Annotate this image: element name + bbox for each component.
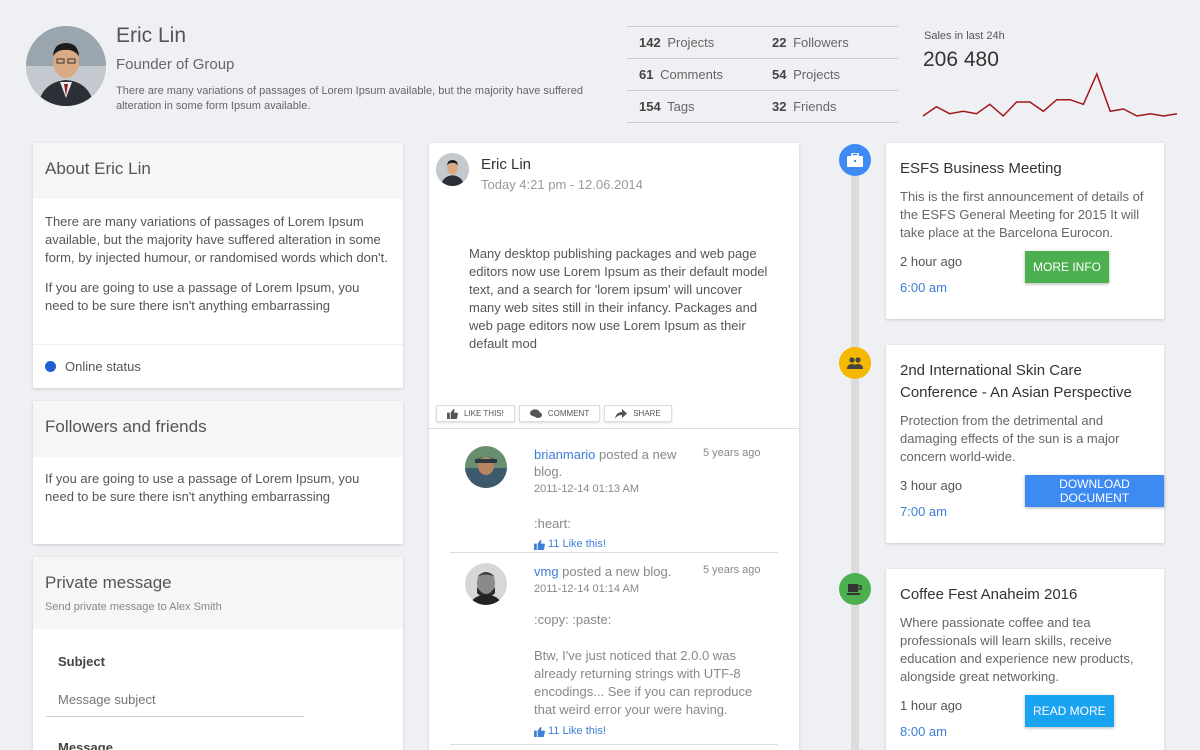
event-title: 2nd International Skin Care Conference -…	[900, 362, 1132, 401]
stat-tags: 154 Tags	[639, 99, 695, 114]
sales-sparkline-line	[922, 72, 1178, 118]
followers-card: Followers and friends If you are going t…	[33, 401, 403, 544]
private-message-title: Private message	[45, 573, 172, 592]
stat-friends: 32 Friends	[772, 99, 837, 114]
about-paragraph-1: There are many variations of passages of…	[45, 214, 388, 265]
share-icon	[615, 408, 628, 419]
sales-sparkline	[922, 72, 1178, 118]
timeline-event: 2nd International Skin Care Conference -…	[886, 345, 1164, 543]
profile-avatar	[26, 26, 106, 106]
online-status-label: Online status	[65, 359, 141, 374]
profile-role: Founder of Group	[116, 56, 235, 73]
private-message-card: Private message Send private message to …	[33, 557, 403, 750]
stats-table: 142 Projects 22 Followers 61 Comments 54…	[627, 26, 898, 123]
event-time: 7:00 am	[900, 504, 947, 519]
comment-body-2: Btw, I've just noticed that 2.0.0 was al…	[534, 648, 753, 717]
commenter-avatar	[465, 446, 507, 488]
online-status: Online status	[45, 359, 141, 374]
briefcase-icon	[847, 153, 863, 167]
thumbs-up-icon	[534, 726, 545, 737]
about-paragraph-2: If you are going to use a passage of Lor…	[45, 280, 360, 313]
comment-user[interactable]: vmg	[534, 564, 559, 579]
private-message-subtitle: Send private message to Alex Smith	[45, 601, 222, 613]
commenter-avatar	[465, 563, 507, 605]
comment-icon	[529, 408, 542, 418]
subject-input[interactable]	[46, 683, 304, 717]
like-button[interactable]: Like this!	[436, 405, 515, 422]
about-card: About Eric Lin There are many variations…	[33, 143, 403, 388]
comment-body: :copy: :paste:	[534, 612, 612, 627]
divider	[450, 744, 778, 745]
subject-label: Subject	[58, 654, 105, 669]
timeline-dot	[839, 573, 871, 605]
comment-user[interactable]: brianmario	[534, 447, 595, 462]
coffee-icon	[847, 584, 862, 595]
event-title: Coffee Fest Anaheim 2016	[900, 586, 1078, 603]
followers-text: If you are going to use a passage of Lor…	[45, 471, 360, 504]
divider	[33, 344, 403, 345]
message-label: Message	[58, 740, 113, 750]
event-time-ago: 2 hour ago	[900, 254, 963, 269]
timeline-line	[851, 160, 859, 750]
timeline-dot	[839, 144, 871, 176]
post-avatar	[436, 153, 469, 186]
comment-button[interactable]: Comment	[518, 405, 601, 422]
stat-comments: 61 Comments	[639, 67, 723, 82]
event-time-ago: 1 hour ago	[900, 698, 963, 713]
post-text: Many desktop publishing packages and web…	[469, 246, 768, 351]
comment-body: :heart:	[534, 516, 571, 531]
post-card: Eric Lin Today 4:21 pm - 12.06.2014 Many…	[429, 143, 799, 750]
comment-time-ago: 5 years ago	[703, 564, 761, 576]
comment-date: 2011-12-14 01:14 AM	[534, 583, 639, 595]
comment-like-link[interactable]: 11 Like this!	[534, 536, 694, 553]
post-author[interactable]: Eric Lin	[481, 156, 531, 173]
event-description: This is the first announcement of detail…	[900, 189, 1144, 240]
event-time: 8:00 am	[900, 724, 947, 739]
timeline-dot	[839, 347, 871, 379]
sales-label: Sales in last 24h	[924, 30, 1005, 42]
timeline-event: Coffee Fest Anaheim 2016 Where passionat…	[886, 569, 1164, 750]
stat-projects-2: 54 Projects	[772, 67, 841, 82]
event-description: Where passionate coffee and tea professi…	[900, 615, 1134, 684]
followers-title: Followers and friends	[45, 417, 207, 436]
event-time: 6:00 am	[900, 280, 947, 295]
divider	[429, 428, 799, 429]
sales-value: 206 480	[923, 48, 999, 71]
share-button[interactable]: Share	[604, 405, 672, 422]
profile-name: Eric Lin	[116, 24, 187, 47]
stat-projects: 142 Projects	[639, 35, 715, 50]
profile-description: There are many variations of passages of…	[116, 85, 583, 112]
thumbs-up-icon	[447, 408, 458, 419]
read-more-button[interactable]: READ MORE	[1025, 695, 1114, 727]
comment-action: posted a new blog.	[558, 564, 672, 579]
comment-time-ago: 5 years ago	[703, 447, 761, 459]
event-description: Protection from the detrimental and dama…	[900, 413, 1120, 464]
about-title: About Eric Lin	[45, 159, 151, 178]
thumbs-up-icon	[534, 539, 545, 550]
event-title: ESFS Business Meeting	[900, 160, 1062, 177]
stat-followers: 22 Followers	[772, 35, 849, 50]
download-document-button[interactable]: DOWNLOAD DOCUMENT	[1025, 475, 1164, 507]
comment-date: 2011-12-14 01:13 AM	[534, 483, 639, 495]
people-icon	[847, 357, 863, 369]
post-date: Today 4:21 pm - 12.06.2014	[481, 177, 643, 192]
comment-like-link[interactable]: 11 Like this!	[534, 723, 694, 740]
timeline-event: ESFS Business Meeting This is the first …	[886, 143, 1164, 319]
divider	[450, 552, 778, 553]
more-info-button[interactable]: MORE INFO	[1025, 251, 1109, 283]
event-time-ago: 3 hour ago	[900, 478, 963, 493]
status-dot-icon	[45, 361, 56, 372]
